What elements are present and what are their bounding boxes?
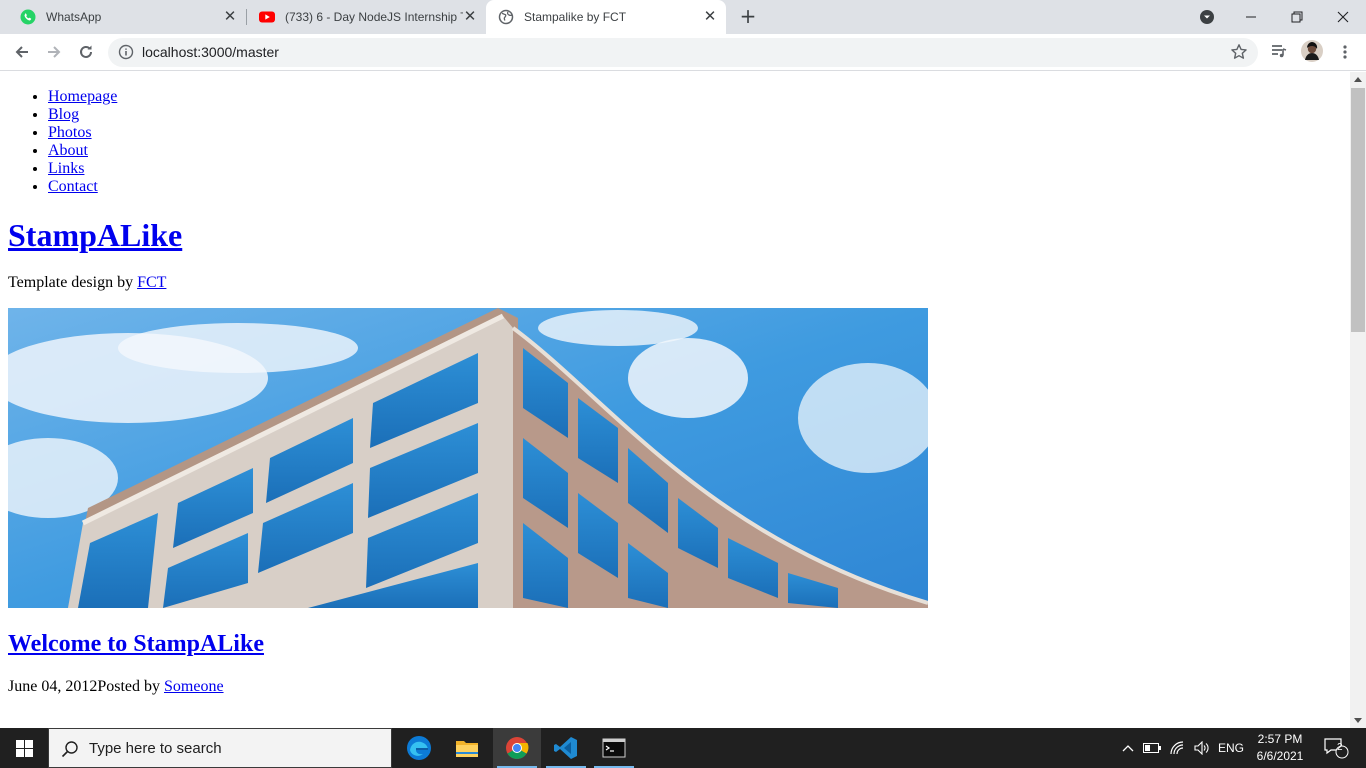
nav-link-links[interactable]: Links xyxy=(48,160,84,177)
browser-toolbar: localhost:3000/master xyxy=(0,34,1366,71)
folder-icon xyxy=(456,741,478,757)
tab-label: WhatsApp xyxy=(46,10,102,24)
windows-logo-icon xyxy=(15,739,33,757)
taskbar-clock[interactable]: 2:57 PM 6/6/2021 xyxy=(1252,731,1308,765)
wifi-icon xyxy=(1170,741,1184,755)
post-meta: June 04, 2012Posted by Someone xyxy=(8,678,1342,696)
page-viewport: Homepage Blog Photos About Links Contact… xyxy=(0,72,1350,728)
scroll-down-arrow-icon[interactable] xyxy=(1354,718,1362,723)
site-title: StampALike xyxy=(8,217,1342,254)
tray-language[interactable]: ENG xyxy=(1214,728,1248,768)
nav-item-links: Links xyxy=(48,160,1350,178)
minimize-button[interactable] xyxy=(1228,0,1274,34)
nav-item-homepage: Homepage xyxy=(48,88,1350,106)
post-title: Welcome to StampALike xyxy=(8,630,1342,658)
taskbar-file-explorer[interactable] xyxy=(443,728,491,768)
reload-button[interactable] xyxy=(72,38,100,66)
tab-label: Stampalike by FCT xyxy=(524,10,627,24)
url-text[interactable]: localhost:3000/master xyxy=(142,44,279,60)
chrome-icon xyxy=(506,737,529,759)
tab-youtube[interactable]: (733) 6 - Day NodeJS Internship T ✕ xyxy=(239,0,486,34)
site-nav: Homepage Blog Photos About Links Contact xyxy=(0,88,1350,196)
close-window-button[interactable] xyxy=(1320,0,1366,34)
nav-link-photos[interactable]: Photos xyxy=(48,124,92,141)
chevron-up-icon xyxy=(1122,745,1134,752)
globe-icon xyxy=(498,9,514,25)
tab-stampalike[interactable]: Stampalike by FCT ✕ xyxy=(486,0,726,34)
media-control-icon[interactable] xyxy=(1270,42,1288,60)
restore-button[interactable] xyxy=(1274,0,1320,34)
nav-item-blog: Blog xyxy=(48,106,1350,124)
restore-icon xyxy=(1291,11,1303,23)
chevron-down-icon xyxy=(1200,10,1214,24)
page-scrollbar[interactable] xyxy=(1350,72,1366,728)
scrollbar-thumb[interactable] xyxy=(1351,88,1365,332)
language-indicator: ENG xyxy=(1217,741,1244,755)
youtube-icon xyxy=(259,11,275,23)
tray-battery[interactable] xyxy=(1140,728,1164,768)
volume-icon xyxy=(1194,741,1209,755)
tray-volume[interactable] xyxy=(1190,728,1214,768)
action-center-button[interactable]: 2 xyxy=(1316,728,1356,768)
post-title-link[interactable]: Welcome to StampALike xyxy=(8,631,264,657)
notification-count: 2 xyxy=(1337,742,1343,753)
close-icon xyxy=(1337,11,1349,23)
tab-label: (733) 6 - Day NodeJS Internship T xyxy=(285,10,463,24)
tab-search-button[interactable] xyxy=(1184,0,1230,34)
clock-time: 2:57 PM xyxy=(1257,732,1303,746)
battery-icon xyxy=(1143,743,1161,753)
nav-link-blog[interactable]: Blog xyxy=(48,106,79,123)
chrome-menu-button[interactable] xyxy=(1331,38,1359,66)
credit-prefix: Template design by xyxy=(8,274,138,291)
tray-network[interactable] xyxy=(1166,728,1190,768)
nav-link-contact[interactable]: Contact xyxy=(48,178,98,195)
search-icon xyxy=(61,741,78,758)
taskbar-edge[interactable] xyxy=(395,728,443,768)
taskbar-chrome[interactable] xyxy=(493,728,541,768)
taskbar-search-box[interactable]: Type here to search xyxy=(48,728,392,768)
start-button[interactable] xyxy=(0,728,48,768)
hero-building-image xyxy=(8,308,928,608)
template-credit: Template design by FCT xyxy=(8,274,1342,292)
tab-strip: WhatsApp ✕ (733) 6 - Day NodeJS Internsh… xyxy=(0,0,1366,34)
post-date: June 04, 2012 xyxy=(8,678,98,695)
close-tab-icon[interactable]: ✕ xyxy=(222,9,238,25)
terminal-icon xyxy=(602,738,626,758)
minimize-icon xyxy=(1246,16,1256,18)
whatsapp-icon xyxy=(20,9,36,25)
notification-icon xyxy=(1324,738,1349,759)
profile-avatar[interactable] xyxy=(1301,40,1323,62)
tab-whatsapp[interactable]: WhatsApp ✕ xyxy=(0,0,246,34)
nav-item-photos: Photos xyxy=(48,124,1350,142)
nav-item-about: About xyxy=(48,142,1350,160)
back-arrow-icon xyxy=(15,46,28,58)
bookmark-star-icon[interactable] xyxy=(1230,43,1248,61)
post-author-link[interactable]: Someone xyxy=(164,678,224,695)
forward-button[interactable] xyxy=(40,38,68,66)
credit-link[interactable]: FCT xyxy=(137,274,166,291)
kebab-menu-icon xyxy=(1343,45,1347,59)
reload-icon xyxy=(80,45,92,58)
taskbar-vscode[interactable] xyxy=(542,728,590,768)
edge-icon xyxy=(407,736,431,760)
info-icon[interactable] xyxy=(118,44,134,60)
nav-link-about[interactable]: About xyxy=(48,142,88,159)
vscode-icon xyxy=(554,737,577,759)
close-tab-icon[interactable]: ✕ xyxy=(462,9,478,25)
nav-item-contact: Contact xyxy=(48,178,1350,196)
clock-date: 6/6/2021 xyxy=(1256,749,1304,763)
scroll-up-arrow-icon[interactable] xyxy=(1354,77,1362,82)
posted-by-prefix: Posted by xyxy=(97,678,164,695)
tray-overflow-button[interactable] xyxy=(1118,728,1138,768)
forward-arrow-icon xyxy=(48,46,61,58)
taskbar-terminal[interactable] xyxy=(590,728,638,768)
new-tab-button[interactable]: + xyxy=(736,5,760,29)
nav-link-homepage[interactable]: Homepage xyxy=(48,88,117,105)
site-title-link[interactable]: StampALike xyxy=(8,217,182,253)
back-button[interactable] xyxy=(8,38,36,66)
search-placeholder: Type here to search xyxy=(89,740,222,757)
windows-taskbar: Type here to search ENG 2:57 PM 6/6/2021… xyxy=(0,728,1366,768)
close-tab-icon[interactable]: ✕ xyxy=(702,9,718,25)
address-bar[interactable]: localhost:3000/master xyxy=(108,38,1258,67)
